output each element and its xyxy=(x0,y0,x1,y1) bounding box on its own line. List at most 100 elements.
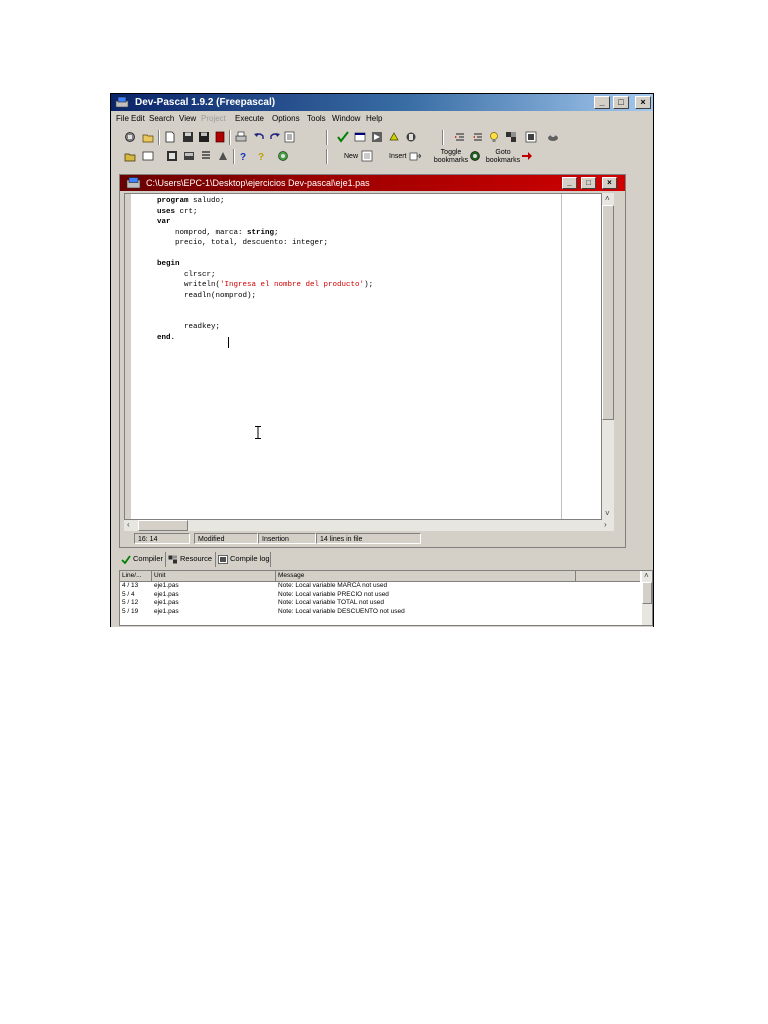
compile-run-icon[interactable] xyxy=(371,131,383,143)
editor-hscroll-thumb[interactable] xyxy=(138,520,188,531)
column-header-line[interactable]: Line/... xyxy=(120,571,152,581)
menu-tools[interactable]: Tools xyxy=(307,112,326,126)
goto-bookmark-arrow-icon[interactable] xyxy=(521,150,533,162)
code-line[interactable]: readln(nomprod); xyxy=(157,291,373,302)
menu-edit[interactable]: Edit xyxy=(131,112,145,126)
find-icon[interactable] xyxy=(284,131,296,143)
help-icon[interactable]: ? xyxy=(237,150,249,162)
about-icon[interactable] xyxy=(547,131,559,143)
source-code[interactable]: program saludo; uses crt; var nomprod, mar… xyxy=(157,196,373,343)
messages-scrollbar[interactable]: ˄ xyxy=(642,571,652,625)
add-to-project-icon[interactable] xyxy=(166,150,178,162)
undo-icon[interactable] xyxy=(253,131,265,143)
column-header-message[interactable]: Message xyxy=(276,571,576,581)
code-line[interactable]: var xyxy=(157,217,373,228)
tab-resource-label: Resource xyxy=(180,554,213,563)
project-icon[interactable] xyxy=(124,131,136,143)
scroll-right-arrow-icon[interactable]: › xyxy=(604,520,607,530)
toggle-bookmarks-label[interactable]: Toggle bookmarks xyxy=(433,149,469,165)
toggle-bookmark-icon[interactable] xyxy=(469,150,481,162)
menu-view[interactable]: View xyxy=(179,112,196,126)
close-button[interactable]: × xyxy=(635,96,651,109)
code-line[interactable]: uses crt; xyxy=(157,207,373,218)
check-icon xyxy=(121,555,131,564)
rebuild-icon[interactable] xyxy=(388,131,400,143)
tips-bulb-icon[interactable] xyxy=(488,131,500,143)
compiler-messages-list[interactable]: Line/... Unit Message 4 / 13 eje1.pas Note… xyxy=(119,570,653,626)
maximize-button[interactable]: □ xyxy=(613,96,629,109)
editor-horizontal-scrollbar[interactable]: ‹ › xyxy=(124,520,614,531)
goto-bookmarks-label[interactable]: Goto bookmarks xyxy=(485,149,521,165)
menu-file[interactable]: File xyxy=(116,112,129,126)
menu-search[interactable]: Search xyxy=(149,112,174,126)
code-line[interactable]: writeln('Ingresa el nombre del producto'… xyxy=(157,280,373,291)
save-project-icon[interactable] xyxy=(142,150,154,162)
code-line[interactable]: readkey; xyxy=(157,322,373,333)
print-icon[interactable] xyxy=(235,131,247,143)
message-row[interactable]: 4 / 13 eje1.pas Note: Local variable MARCA… xyxy=(120,582,640,591)
message-row[interactable]: 5 / 4 eje1.pas Note: Local variable PRECIO… xyxy=(120,591,640,600)
menu-options[interactable]: Options xyxy=(272,112,300,126)
minimize-button[interactable]: _ xyxy=(594,96,610,109)
code-editor[interactable]: program saludo; uses crt; var nomprod, mar… xyxy=(124,193,602,520)
code-line[interactable]: clrscr; xyxy=(157,270,373,281)
menu-project[interactable]: Project xyxy=(201,112,226,126)
message-row[interactable]: 5 / 12 eje1.pas Note: Local variable TOTAL… xyxy=(120,599,640,608)
tab-resource[interactable]: Resource xyxy=(165,552,214,567)
debug-icon[interactable] xyxy=(405,131,417,143)
save-icon[interactable] xyxy=(182,131,194,143)
menu-window[interactable]: Window xyxy=(332,112,360,126)
messages-scroll-thumb[interactable] xyxy=(642,582,652,604)
code-line[interactable]: end. xyxy=(157,333,373,344)
column-header-unit[interactable]: Unit xyxy=(152,571,276,581)
environment-options-icon[interactable] xyxy=(525,131,537,143)
editor-minimize-button[interactable]: _ xyxy=(562,177,577,189)
code-line[interactable]: program saludo; xyxy=(157,196,373,207)
message-row[interactable]: 5 / 19 eje1.pas Note: Local variable DESCU… xyxy=(120,608,640,617)
new-unit-label[interactable]: New xyxy=(344,153,358,161)
project-options-icon[interactable] xyxy=(200,150,212,162)
new-project-icon[interactable] xyxy=(124,150,136,162)
close-file-icon[interactable] xyxy=(214,131,226,143)
code-line[interactable]: begin xyxy=(157,259,373,270)
redo-icon[interactable] xyxy=(269,131,281,143)
new-file-icon[interactable] xyxy=(164,131,176,143)
code-line[interactable] xyxy=(157,312,373,323)
indent-icon[interactable] xyxy=(454,131,466,143)
code-line[interactable]: precio, total, descuento: integer; xyxy=(157,238,373,249)
code-line[interactable] xyxy=(157,249,373,260)
unindent-icon[interactable] xyxy=(472,131,484,143)
scroll-up-arrow-icon[interactable]: ˄ xyxy=(605,194,610,204)
menu-help[interactable]: Help xyxy=(366,112,382,126)
title-bar[interactable]: Dev-Pascal 1.9.2 (Freepascal) _ □ × xyxy=(111,94,653,111)
editor-maximize-button[interactable]: □ xyxy=(581,177,596,189)
code-text: saludo; xyxy=(188,197,225,205)
compiler-options-icon[interactable] xyxy=(217,150,229,162)
remove-from-project-icon[interactable] xyxy=(183,150,195,162)
class-browser-icon[interactable] xyxy=(505,131,517,143)
save-all-icon[interactable] xyxy=(198,131,210,143)
editor-vertical-scrollbar[interactable]: ˄ ˅ xyxy=(602,193,614,520)
menu-execute[interactable]: Execute xyxy=(235,112,264,126)
tab-compiler[interactable]: Compiler xyxy=(119,552,163,567)
compile-check-icon[interactable] xyxy=(337,131,349,143)
new-unit-icon[interactable] xyxy=(361,150,373,162)
scroll-left-arrow-icon[interactable]: ‹ xyxy=(127,520,130,530)
help-context-icon[interactable]: ? xyxy=(255,150,267,162)
editor-vscroll-thumb[interactable] xyxy=(602,205,614,420)
tab-compile-log[interactable]: Compile log xyxy=(215,552,271,567)
editor-close-button[interactable]: × xyxy=(602,177,617,189)
insert-icon[interactable] xyxy=(409,150,421,162)
insert-label[interactable]: Insert xyxy=(389,153,407,161)
package-icon[interactable] xyxy=(277,150,289,162)
scroll-down-arrow-icon[interactable]: ˅ xyxy=(605,509,610,519)
code-line[interactable] xyxy=(157,301,373,312)
open-project-icon[interactable] xyxy=(142,131,154,143)
code-line[interactable]: nomprod, marca: string; xyxy=(157,228,373,239)
run-icon[interactable] xyxy=(354,131,366,143)
editor-title-bar[interactable]: C:\Users\EPC-1\Desktop\ejercicios Dev-pa… xyxy=(120,175,625,191)
tab-compile-log-label: Compile log xyxy=(230,554,270,563)
messages-scroll-up-icon[interactable]: ˄ xyxy=(644,571,649,581)
